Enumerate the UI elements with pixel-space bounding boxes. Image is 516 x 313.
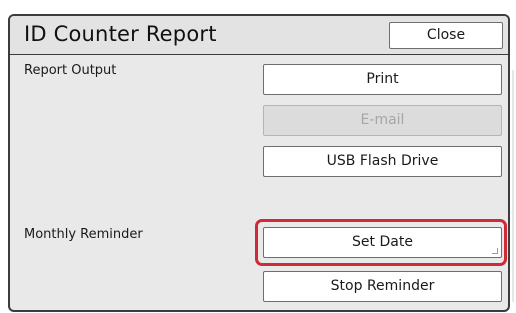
set-date-label: Set Date (352, 234, 413, 250)
set-date-button[interactable]: Set Date (263, 227, 502, 258)
report-output-label: Report Output (24, 63, 117, 78)
scrollbar-track[interactable] (512, 70, 514, 302)
usb-flash-drive-button[interactable]: USB Flash Drive (263, 146, 502, 177)
close-button[interactable]: Close (389, 22, 503, 49)
print-button[interactable]: Print (263, 64, 502, 95)
id-counter-report-dialog: ID Counter Report Close Report Output Pr… (8, 14, 510, 312)
dialog-title: ID Counter Report (24, 22, 217, 46)
dialog-header: ID Counter Report Close (10, 16, 508, 55)
stop-reminder-button[interactable]: Stop Reminder (263, 271, 502, 302)
email-button: E-mail (263, 105, 502, 136)
corner-grip-icon (492, 248, 498, 254)
monthly-reminder-label: Monthly Reminder (24, 227, 143, 242)
